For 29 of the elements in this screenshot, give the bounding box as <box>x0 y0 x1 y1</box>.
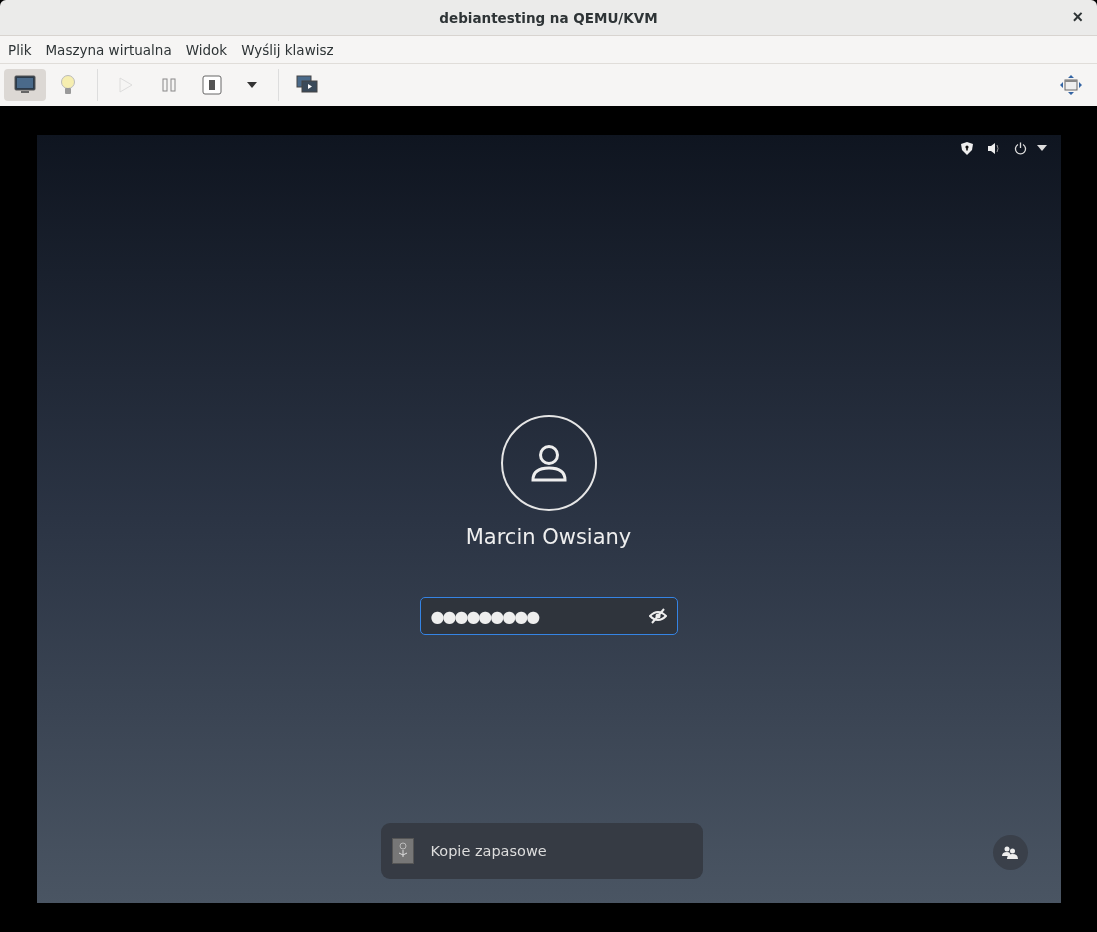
play-icon <box>119 77 133 93</box>
system-menu-button[interactable] <box>1013 141 1047 155</box>
user-name: Marcin Owsiany <box>465 525 632 549</box>
menu-item[interactable]: Widok <box>178 41 235 58</box>
light-bulb-icon <box>60 74 76 96</box>
menu-item[interactable]: Maszyna wirtualna <box>38 41 179 58</box>
power-switch-icon <box>202 75 222 95</box>
menu-item[interactable]: Plik <box>1 41 39 58</box>
notification-banner[interactable]: Kopie zapasowe <box>380 823 703 879</box>
window-title: debiantesting na QEMU/KVM <box>439 9 658 26</box>
console-button[interactable] <box>4 69 46 101</box>
caret-icon <box>1036 145 1047 151</box>
notification-text: Kopie zapasowe <box>430 843 547 859</box>
hide-password-icon <box>648 608 667 624</box>
close-button[interactable]: × <box>1068 7 1087 28</box>
switch-user-button[interactable] <box>992 835 1028 870</box>
password-field[interactable]: ●●●●●●●●● <box>419 597 678 635</box>
caret-icon <box>247 82 257 88</box>
screens-icon <box>296 75 318 95</box>
safe-icon <box>391 838 414 864</box>
fullscreen-icon <box>1059 74 1083 96</box>
user-silhouette-icon <box>530 444 567 482</box>
shield-icon <box>960 141 973 155</box>
pause-icon <box>162 78 176 92</box>
menu-item[interactable]: Wyślij klawisz <box>234 41 341 58</box>
volume-icon <box>986 141 1000 155</box>
power-icon <box>1013 141 1027 155</box>
users-icon <box>1002 846 1018 859</box>
monitor-icon <box>14 75 36 95</box>
